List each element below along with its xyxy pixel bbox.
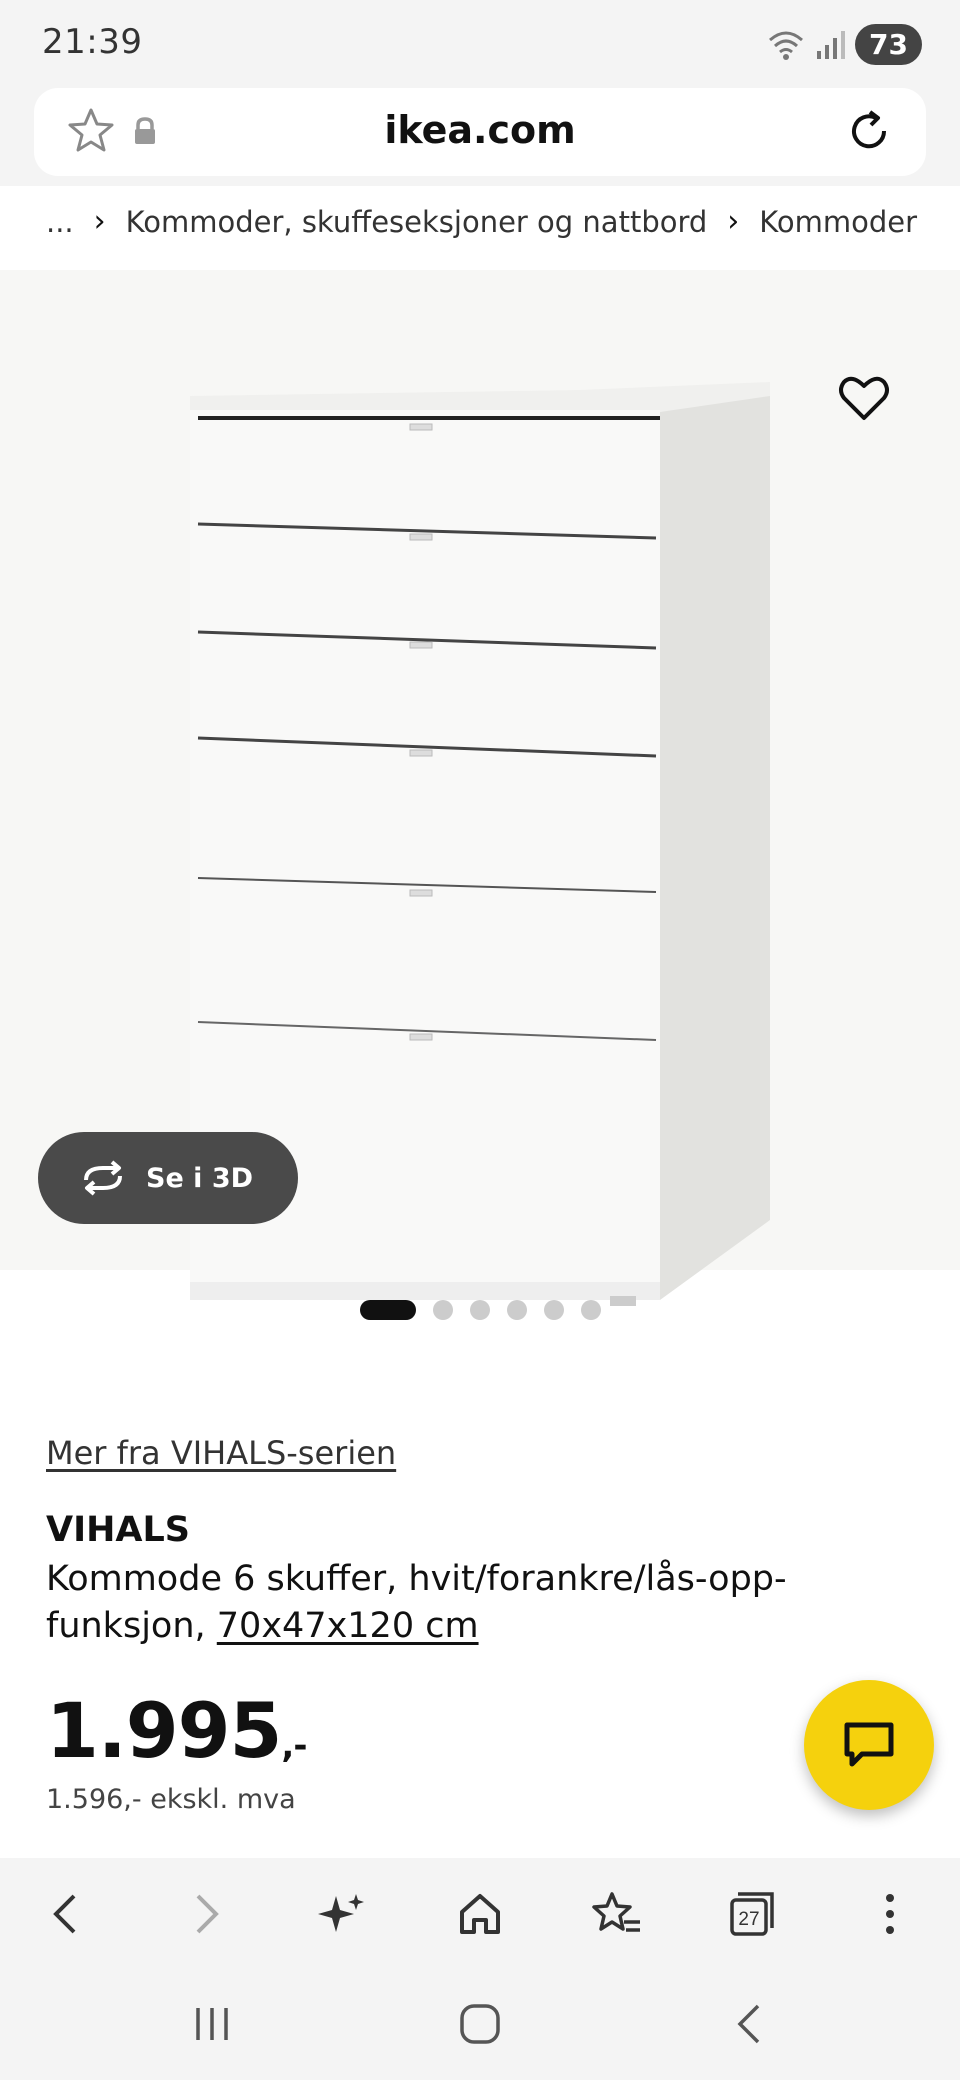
breadcrumb-ellipsis[interactable]: ...	[46, 205, 74, 239]
reload-icon[interactable]	[844, 106, 894, 156]
forward-icon[interactable]	[180, 1888, 232, 1940]
status-icons: 73	[767, 24, 922, 65]
tabs-count: 27	[738, 1909, 759, 1930]
chevron-right-icon: ›	[93, 204, 106, 239]
price-suffix: ,-	[281, 1726, 307, 1766]
breadcrumb-item-current[interactable]: Kommoder	[759, 205, 917, 239]
signal-icon	[817, 30, 846, 59]
url-text[interactable]: ikea.com	[34, 108, 926, 152]
product-name: VIHALS	[46, 1510, 190, 1550]
carousel-dot-active[interactable]	[359, 1300, 416, 1320]
product-price: 1.995,-	[46, 1686, 307, 1775]
product-image-carousel[interactable]: Se i 3D	[0, 270, 960, 1306]
sparkle-icon[interactable]	[316, 1888, 368, 1940]
address-bar[interactable]: ikea.com	[34, 88, 926, 176]
recents-icon[interactable]	[186, 1998, 238, 2050]
back-nav-icon[interactable]	[724, 1998, 776, 2050]
browser-address-area: ikea.com	[0, 88, 960, 186]
tabs-icon[interactable]: 27	[726, 1888, 778, 1940]
breadcrumb: ... › Kommoder, skuffeseksjoner og nattb…	[46, 204, 917, 239]
browser-toolbar: 27	[0, 1858, 960, 1968]
price-excluding-vat: 1.596,- ekskl. mva	[46, 1784, 296, 1815]
bookmarks-icon[interactable]	[590, 1888, 642, 1940]
carousel-indicator	[0, 1300, 960, 1320]
home-icon[interactable]	[454, 1888, 506, 1940]
rotate-3d-icon	[84, 1160, 122, 1196]
carousel-dot[interactable]	[469, 1300, 490, 1320]
heart-icon[interactable]	[836, 370, 892, 426]
carousel-dot[interactable]	[432, 1300, 453, 1320]
price-value: 1.995	[46, 1686, 282, 1775]
chat-icon	[844, 1722, 894, 1767]
status-bar: 21:39 73	[0, 0, 960, 88]
battery-indicator: 73	[855, 24, 922, 65]
system-navigation-bar	[0, 1968, 960, 2080]
home-nav-icon[interactable]	[454, 1998, 506, 2050]
back-icon[interactable]	[40, 1888, 92, 1940]
wifi-icon	[769, 31, 804, 60]
carousel-dot[interactable]	[543, 1300, 564, 1320]
more-icon[interactable]	[864, 1888, 916, 1940]
chat-button[interactable]	[804, 1680, 934, 1810]
carousel-dot[interactable]	[580, 1300, 601, 1320]
carousel-dot[interactable]	[506, 1300, 527, 1320]
product-description: Kommode 6 skuffer, hvit/forankre/lås-opp…	[46, 1556, 866, 1650]
series-link[interactable]: Mer fra VIHALS-serien	[46, 1434, 396, 1472]
status-time: 21:39	[42, 22, 143, 62]
see-in-3d-button[interactable]: Se i 3D	[38, 1132, 298, 1224]
breadcrumb-item-category[interactable]: Kommoder, skuffeseksjoner og nattbord	[126, 205, 708, 239]
product-dimensions-link[interactable]: 70x47x120 cm	[217, 1606, 479, 1646]
see-in-3d-label: Se i 3D	[146, 1162, 254, 1194]
chevron-right-icon: ›	[727, 204, 740, 239]
